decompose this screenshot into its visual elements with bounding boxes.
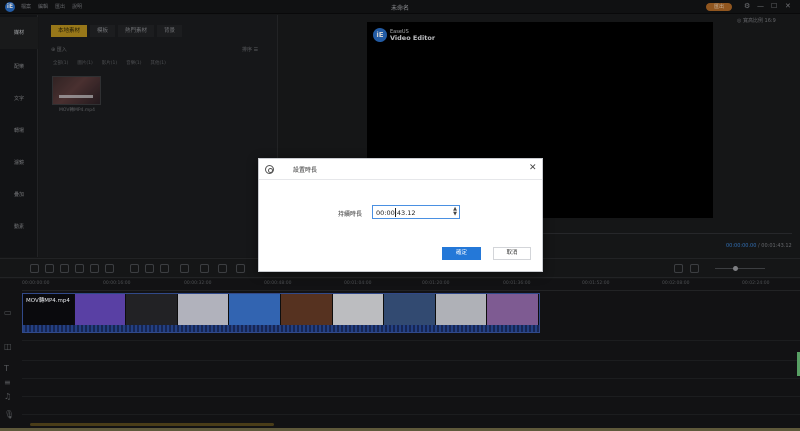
dialog-header: 設置時長 ✕ <box>259 159 542 180</box>
clip-label: MOV轉MP4.mp4 <box>26 298 70 304</box>
duration-stepper[interactable]: ▲ ▼ <box>451 207 459 218</box>
ok-button[interactable]: 確定 <box>442 247 481 260</box>
set-duration-dialog: 設置時長 ✕ 持續時長 00:00:43.12 ▲ ▼ 確定 取消 <box>258 158 543 272</box>
cancel-button[interactable]: 取消 <box>493 247 531 260</box>
dialog-title: 設置時長 <box>293 167 318 174</box>
stepper-down-icon[interactable]: ▼ <box>451 212 459 217</box>
dialog-close-button[interactable]: ✕ <box>529 163 537 173</box>
duration-label: 持續時長 <box>338 211 363 218</box>
text-caret <box>395 208 396 217</box>
settings-icon <box>265 165 274 174</box>
duration-input[interactable]: 00:00:43.12 ▲ ▼ <box>372 205 460 219</box>
